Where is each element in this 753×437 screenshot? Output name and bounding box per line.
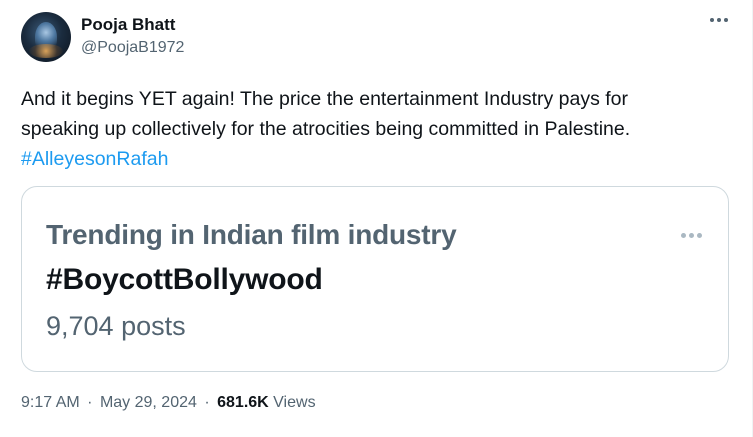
tweet-text-line: And it begins YET again! The price the e… — [21, 88, 629, 110]
avatar-light — [29, 44, 63, 58]
meta-separator: · — [87, 394, 93, 411]
author-name[interactable]: Pooja Bhatt — [81, 15, 175, 35]
views-label: Views — [273, 394, 316, 411]
dot — [681, 233, 686, 238]
trend-post-count: 9,704 posts — [46, 311, 186, 341]
hashtag-link[interactable]: #AlleyesonRafah — [21, 144, 731, 174]
dot — [724, 18, 728, 22]
tweet-meta: 9:17 AM · May 29, 2024 · 681.6K Views — [21, 394, 316, 412]
tweet-date[interactable]: May 29, 2024 — [100, 394, 197, 411]
trend-card[interactable]: Trending in Indian film industry #Boycot… — [21, 186, 729, 372]
more-options-icon[interactable] — [710, 18, 728, 22]
avatar[interactable] — [21, 12, 71, 62]
trend-more-icon[interactable] — [681, 233, 702, 238]
dot — [717, 18, 721, 22]
tweet-text: And it begins YET again! The price the e… — [21, 84, 731, 174]
trend-hashtag: #BoycottBollywood — [46, 263, 323, 296]
dot — [710, 18, 714, 22]
tweet-text-line: speaking up collectively for the atrocit… — [21, 118, 631, 140]
tweet-time[interactable]: 9:17 AM — [21, 394, 80, 411]
author-handle[interactable]: @PoojaB1972 — [81, 39, 184, 57]
dot — [697, 233, 702, 238]
views-count: 681.6K — [217, 394, 269, 411]
tweet: Pooja Bhatt @PoojaB1972 And it begins YE… — [0, 0, 753, 437]
trend-topic: Trending in Indian film industry — [46, 219, 457, 250]
meta-separator: · — [204, 394, 210, 411]
dot — [689, 233, 694, 238]
